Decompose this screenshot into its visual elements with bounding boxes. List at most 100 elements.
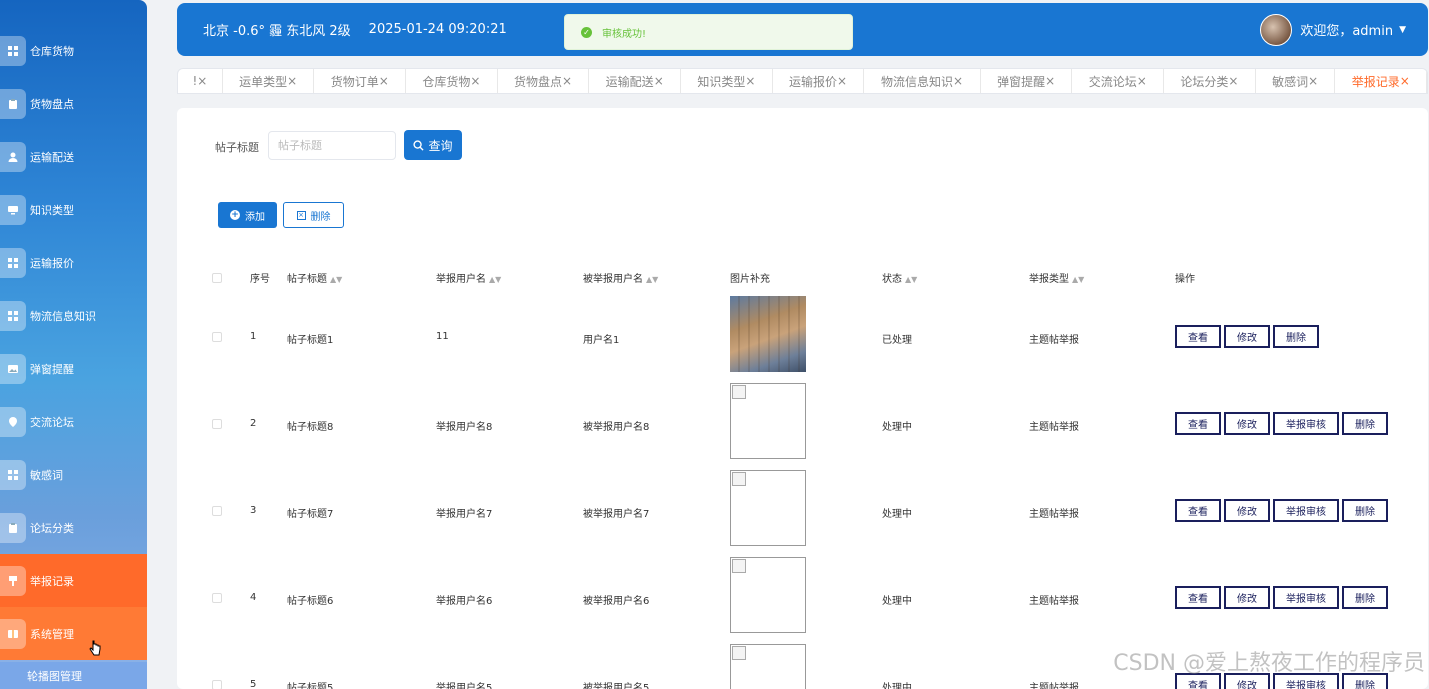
delete-button[interactable]: × 删除 <box>283 202 344 228</box>
query-button[interactable]: 查询 <box>404 130 462 160</box>
row-checkbox[interactable] <box>212 506 222 516</box>
sidebar-item-1[interactable]: 仓库货物 <box>0 24 147 77</box>
broken-image-icon <box>732 385 746 399</box>
caret-down-icon[interactable]: ▼ <box>1399 25 1406 35</box>
sidebar-item-8[interactable]: 交流论坛 <box>0 395 147 448</box>
sidebar: 仓库货物 货物盘点 运输配送 知识类型 运输报价 物流信息知识 弹窗提醒 交流论坛敏感词论坛分… <box>0 0 147 689</box>
tab-13[interactable]: 敏感词 × <box>1256 69 1336 93</box>
sidebar-item-2[interactable]: 货物盘点 <box>0 77 147 130</box>
row-action-button[interactable]: 举报审核 <box>1273 412 1339 435</box>
row-action-button[interactable]: 查看 <box>1175 412 1221 435</box>
cell-title: 帖子标题7 <box>287 509 334 520</box>
col-header-reported[interactable]: 被举报用户名 ▲▼ <box>583 270 658 285</box>
row-action-button[interactable]: 删除 <box>1342 499 1388 522</box>
tab-close-icon[interactable]: × <box>745 74 755 88</box>
cell-type: 主题帖举报 <box>1029 596 1079 607</box>
row-checkbox[interactable] <box>212 332 222 342</box>
sidebar-item-3[interactable]: 运输配送 <box>0 130 147 183</box>
col-header-status[interactable]: 状态 ▲▼ <box>882 270 917 285</box>
row-action-button[interactable]: 修改 <box>1224 586 1270 609</box>
col-header-reporter[interactable]: 举报用户名 ▲▼ <box>436 270 501 285</box>
sidebar-item-10[interactable]: 论坛分类 <box>0 501 147 554</box>
tab-close-icon[interactable]: × <box>562 74 572 88</box>
clipboard-icon <box>0 88 26 119</box>
sidebar-item-4[interactable]: 知识类型 <box>0 183 147 236</box>
tab-close-icon[interactable]: × <box>837 74 847 88</box>
user-menu[interactable]: 欢迎您，admin ▼ <box>1260 13 1406 46</box>
select-all-checkbox[interactable] <box>212 273 222 283</box>
tab-close-icon[interactable]: × <box>1137 74 1147 88</box>
cell-reporter: 举报用户名6 <box>436 596 493 607</box>
plus-circle-icon: + <box>230 210 240 220</box>
col-header-actions: 操作 <box>1175 274 1195 285</box>
row-action-button[interactable]: 修改 <box>1224 412 1270 435</box>
row-action-button[interactable]: 删除 <box>1342 586 1388 609</box>
row-action-button[interactable]: 举报审核 <box>1273 499 1339 522</box>
tab-4[interactable]: 仓库货物 × <box>406 69 498 93</box>
tab-2[interactable]: 运单类型 × <box>223 69 315 93</box>
sidebar-item-6[interactable]: 物流信息知识 <box>0 289 147 342</box>
row-checkbox[interactable] <box>212 680 222 689</box>
tab-7[interactable]: 知识类型 × <box>681 69 773 93</box>
col-header-title[interactable]: 帖子标题 ▲▼ <box>287 270 342 285</box>
cell-reported: 用户名1 <box>583 335 620 346</box>
sidebar-item-11[interactable]: 举报记录 <box>0 554 147 607</box>
tab-close-icon[interactable]: × <box>953 74 963 88</box>
tab-label: 敏感词 <box>1272 74 1309 89</box>
cell-reporter: 举报用户名8 <box>436 422 493 433</box>
row-action-button[interactable]: 修改 <box>1224 499 1270 522</box>
broken-image <box>730 470 806 546</box>
col-header-type[interactable]: 举报类型 ▲▼ <box>1029 270 1084 285</box>
tab-close-icon[interactable]: × <box>287 74 297 88</box>
row-action-button[interactable]: 删除 <box>1342 412 1388 435</box>
sidebar-item-9[interactable]: 敏感词 <box>0 448 147 501</box>
location-icon <box>0 406 26 437</box>
tab-close-icon[interactable]: × <box>197 74 207 88</box>
avatar[interactable] <box>1260 13 1293 46</box>
tab-close-icon[interactable]: × <box>1308 74 1318 88</box>
tab-close-icon[interactable]: × <box>1045 74 1055 88</box>
cell-status: 已处理 <box>882 335 912 346</box>
tab-3[interactable]: 货物订单 × <box>314 69 407 93</box>
delete-button-label: 删除 <box>310 211 331 223</box>
tab-label: 论坛分类 <box>1180 74 1229 89</box>
search-label: 帖子标题 <box>215 141 259 154</box>
row-checkbox[interactable] <box>212 419 222 429</box>
row-action-button[interactable]: 查看 <box>1175 586 1221 609</box>
tab-8[interactable]: 运输报价 × <box>773 69 865 93</box>
sidebar-item-12[interactable]: 系统管理 <box>0 607 147 660</box>
tab-close-icon[interactable]: × <box>379 74 389 88</box>
close-square-icon: × <box>296 210 306 220</box>
row-action-button[interactable]: 举报审核 <box>1273 586 1339 609</box>
row-checkbox[interactable] <box>212 593 222 603</box>
sidebar-subitem-carousel[interactable]: 轮播图管理 <box>0 662 147 689</box>
add-button[interactable]: + 添加 <box>218 202 277 228</box>
tab-12[interactable]: 论坛分类 × <box>1164 69 1256 93</box>
tab-close-icon[interactable]: × <box>1400 74 1410 88</box>
cell-status: 处理中 <box>882 422 912 433</box>
check-circle-icon: ✓ <box>581 26 592 38</box>
sidebar-item-label: 系统管理 <box>30 627 74 641</box>
user-greeting[interactable]: 欢迎您，admin <box>1300 20 1393 39</box>
row-action-button[interactable]: 查看 <box>1175 499 1221 522</box>
sidebar-item-5[interactable]: 运输报价 <box>0 236 147 289</box>
tab-10[interactable]: 弹窗提醒 × <box>981 69 1073 93</box>
tab-5[interactable]: 货物盘点 × <box>498 69 590 93</box>
tab-close-icon[interactable]: × <box>1228 74 1238 88</box>
tab-label: 交流论坛 <box>1088 74 1137 89</box>
sidebar-item-label: 敏感词 <box>30 468 63 482</box>
search-input[interactable] <box>268 131 396 160</box>
cell-reporter: 举报用户名5 <box>436 683 493 689</box>
tab-1[interactable]: ! × <box>178 69 223 93</box>
row-action-button[interactable]: 删除 <box>1273 325 1319 348</box>
tab-11[interactable]: 交流论坛 × <box>1072 69 1165 93</box>
grid-icon <box>0 459 26 490</box>
tab-close-icon[interactable]: × <box>470 74 480 88</box>
row-action-button[interactable]: 查看 <box>1175 325 1221 348</box>
tab-6[interactable]: 运输配送 × <box>589 69 682 93</box>
sidebar-item-7[interactable]: 弹窗提醒 <box>0 342 147 395</box>
tab-9[interactable]: 物流信息知识 × <box>864 69 981 93</box>
tab-14[interactable]: 举报记录 × <box>1335 69 1427 93</box>
tab-close-icon[interactable]: × <box>654 74 664 88</box>
row-action-button[interactable]: 修改 <box>1224 325 1270 348</box>
